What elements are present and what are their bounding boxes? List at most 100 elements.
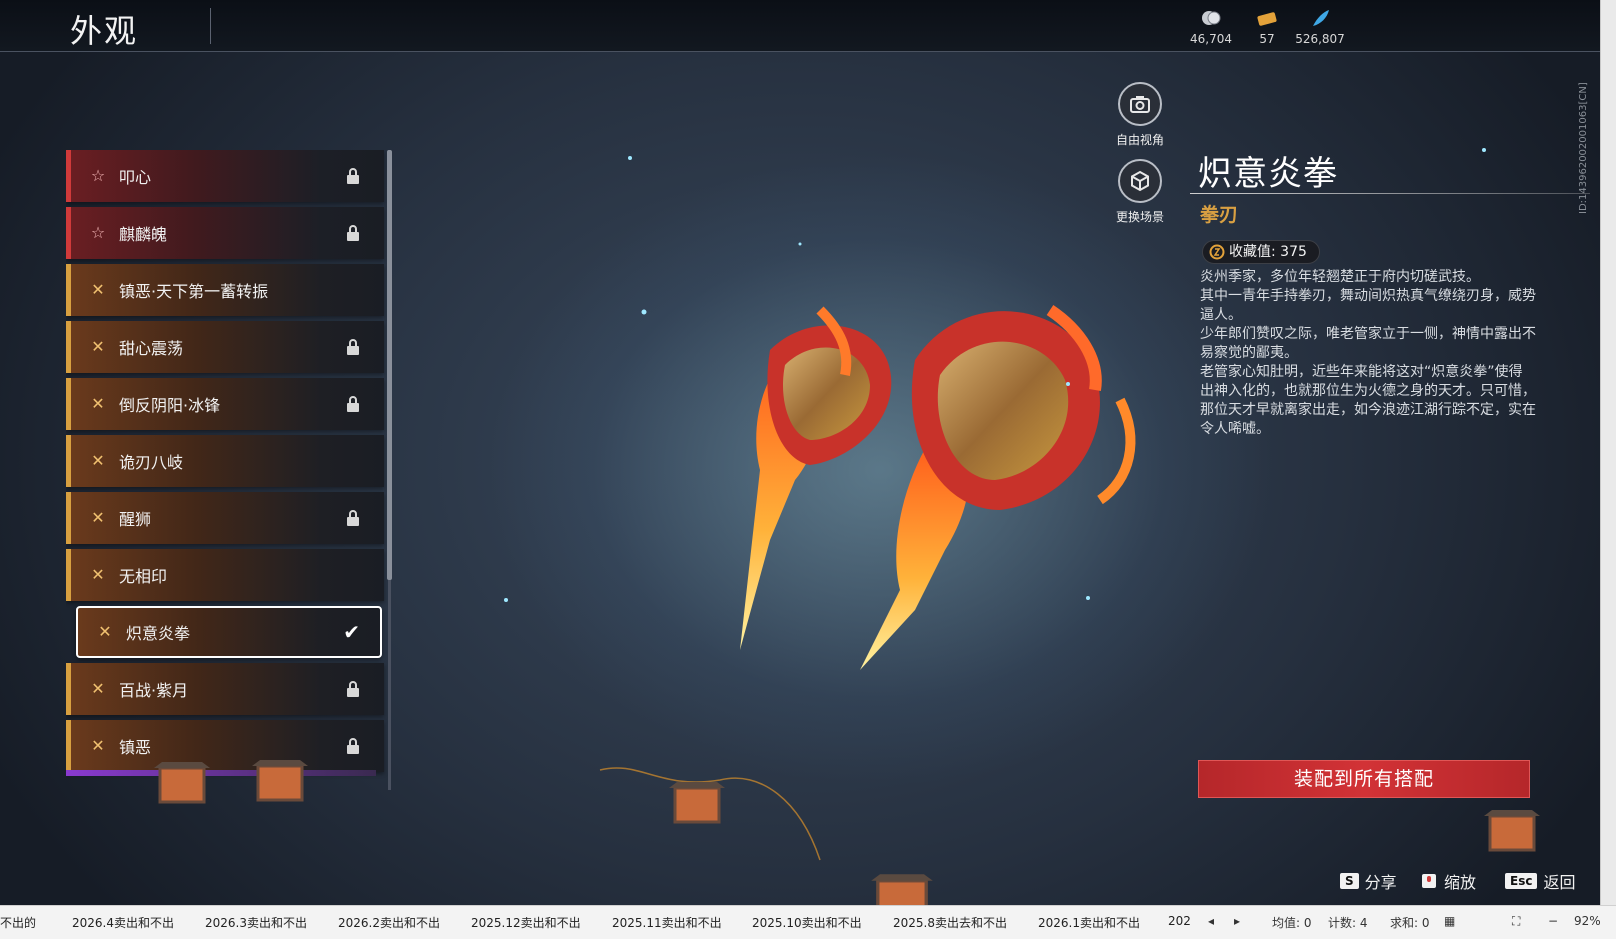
sheet-tab[interactable]: 2026.2卖出和不出 — [338, 914, 440, 931]
rarity-gold-icon: ✕ — [91, 508, 105, 527]
name-divider — [1190, 193, 1590, 194]
back-label: 返回 — [1543, 873, 1576, 892]
esc-key-icon: Esc — [1505, 873, 1538, 889]
tab-scroll-right-icon[interactable]: ▸ — [1234, 914, 1240, 928]
zoom-label: 缩放 — [1444, 873, 1477, 892]
zoom-out-icon[interactable]: − — [1548, 914, 1558, 928]
lock-icon — [347, 339, 359, 355]
lantern-decoration — [669, 782, 725, 824]
description-paragraph: 少年郎们赞叹之际，唯老管家立于一侧，神情中露出不易察觉的鄙夷。 — [1200, 326, 1536, 361]
skin-item[interactable]: ✕ 诡刃八岐 — [66, 435, 384, 487]
lock-icon — [347, 681, 359, 697]
currency-silver-value: 46,704 — [1190, 32, 1232, 46]
lantern-decoration — [252, 760, 308, 802]
lock-icon — [347, 396, 359, 412]
sheet-tab[interactable]: 2025.8卖出去和不出 — [893, 914, 1007, 931]
lantern-decoration — [154, 762, 210, 804]
skin-list[interactable]: ☆ 叩心 ☆ 麒麟魄 ✕ 镇恶·天下第一蓄转振 ✕ 甜心震荡 ✕ 倒反阴阳·冰锋… — [66, 150, 392, 796]
rarity-gold-icon: ✕ — [98, 622, 112, 641]
background-window-edge — [1600, 0, 1616, 905]
lock-icon — [347, 738, 359, 754]
view-mode-icon[interactable]: ▦ — [1444, 914, 1455, 928]
sheet-tab[interactable]: 2025.10卖出和不出 — [752, 914, 862, 931]
status-count: 计数: 4 — [1328, 916, 1368, 930]
description-paragraph: 炎州季家，多位年轻翘楚正于府内切磋武技。 — [1200, 269, 1480, 285]
skin-item[interactable]: ✕ 醒狮 — [66, 492, 384, 544]
lock-icon — [347, 225, 359, 241]
zoom-level: 92% — [1574, 914, 1601, 928]
skin-item-label: 无相印 — [119, 567, 168, 586]
change-scene-button[interactable] — [1118, 159, 1162, 203]
lock-icon — [347, 168, 359, 184]
skin-item[interactable]: ☆ 叩心 — [66, 150, 384, 202]
player-id: ID:143962002001063[CN] — [1578, 82, 1589, 214]
skin-item[interactable]: ✕ 甜心震荡 — [66, 321, 384, 373]
star-icon: ☆ — [90, 166, 106, 185]
rarity-gold-icon: ✕ — [91, 565, 105, 584]
free-camera-label: 自由视角 — [1115, 133, 1164, 147]
skin-item-label: 倒反阴阳·冰锋 — [119, 396, 221, 415]
sheet-tab[interactable]: 不出的 — [0, 914, 36, 931]
lantern-decoration — [871, 874, 933, 905]
checkmark-icon: ✔ — [343, 620, 360, 644]
skin-item-label: 镇恶·天下第一蓄转振 — [119, 282, 269, 301]
next-item-stub — [66, 770, 376, 776]
collection-value-text: 收藏值: 375 — [1229, 244, 1307, 260]
title-divider — [210, 8, 211, 44]
tab-scroll-left-icon[interactable]: ◂ — [1208, 914, 1214, 928]
change-scene-label: 更换场景 — [1115, 210, 1164, 224]
item-type: 拳刃 — [1200, 204, 1239, 226]
rarity-gold-icon: ✕ — [91, 679, 105, 698]
skin-item-label: 镇恶 — [119, 738, 152, 757]
skin-item-label: 叩心 — [119, 168, 152, 187]
feather-icon — [1285, 8, 1355, 30]
status-average: 均值: 0 — [1272, 916, 1312, 930]
rarity-gold-icon: ✕ — [91, 280, 105, 299]
description-paragraph: 老管家心知肚明，近些年来能将这对“炽意炎拳”使得出神入化的，也就那位生为火德之身… — [1200, 364, 1536, 437]
list-scrollbar-thumb[interactable] — [387, 150, 392, 580]
skin-item[interactable]: ☆ 麒麟魄 — [66, 207, 384, 259]
skin-item[interactable]: ✕ 百战·紫月 — [66, 663, 384, 715]
skin-item-label: 醒狮 — [119, 510, 152, 529]
sheet-tab[interactable]: 2026.4卖出和不出 — [72, 914, 174, 931]
spreadsheet-status-bar: 不出的 2026.4卖出和不出 2026.3卖出和不出 2026.2卖出和不出 … — [0, 905, 1616, 939]
sheet-tab[interactable]: 202 — [1168, 914, 1191, 928]
skin-item-selected[interactable]: ✕ 炽意炎拳 ✔ — [76, 606, 382, 658]
skin-item-label: 麒麟魄 — [119, 225, 168, 244]
cube-icon — [1131, 170, 1149, 192]
page-title: 外观 — [70, 12, 139, 50]
skin-item-label: 诡刃八岐 — [119, 453, 184, 472]
zoom-hotkey[interactable]: 缩放 — [1420, 870, 1476, 892]
camera-icon — [1130, 96, 1150, 113]
skin-item-label: 甜心震荡 — [119, 339, 184, 358]
rarity-gold-icon: ✕ — [91, 451, 105, 470]
back-hotkey[interactable]: Esc 返回 — [1505, 870, 1575, 892]
collection-coin-icon — [1209, 244, 1225, 260]
lantern-decoration — [1484, 810, 1540, 852]
sheet-tab[interactable]: 2026.3卖出和不出 — [205, 914, 307, 931]
game-viewport: 外观 46,704 57 526,807 ☆ 叩心 ☆ 麒麟魄 ✕ 镇恶·天下第… — [0, 0, 1600, 905]
share-hotkey[interactable]: S 分享 — [1340, 870, 1397, 892]
skin-item-label: 炽意炎拳 — [126, 624, 191, 643]
rarity-gold-icon: ✕ — [91, 337, 105, 356]
skin-item[interactable]: ✕ 镇恶 — [66, 720, 384, 772]
rarity-gold-icon: ✕ — [91, 394, 105, 413]
equip-all-button[interactable]: 装配到所有搭配 — [1198, 760, 1530, 798]
sheet-tab[interactable]: 2025.12卖出和不出 — [471, 914, 581, 931]
mouse-icon — [1422, 874, 1436, 888]
collection-value-badge: 收藏值: 375 — [1202, 240, 1320, 264]
currency-feather[interactable]: 526,807 — [1285, 8, 1355, 46]
fullscreen-icon[interactable]: ⛶ — [1512, 914, 1520, 929]
item-name: 炽意炎拳 — [1198, 154, 1338, 194]
currency-feather-value: 526,807 — [1295, 32, 1345, 46]
sheet-tab[interactable]: 2025.11卖出和不出 — [612, 914, 722, 931]
skin-item[interactable]: ✕ 镇恶·天下第一蓄转振 — [66, 264, 384, 316]
skin-item[interactable]: ✕ 无相印 — [66, 549, 384, 601]
free-camera-button[interactable] — [1118, 82, 1162, 126]
description-paragraph: 其中一青年手持拳刃，舞动间炽热真气缭绕刃身，威势逼人。 — [1200, 288, 1536, 323]
top-bar: 外观 46,704 57 526,807 — [0, 0, 1600, 52]
rarity-gold-icon: ✕ — [91, 736, 105, 755]
skin-item[interactable]: ✕ 倒反阴阳·冰锋 — [66, 378, 384, 430]
item-description: 炎州季家，多位年轻翘楚正于府内切磋武技。 其中一青年手持拳刃，舞动间炽热真气缭绕… — [1200, 268, 1536, 439]
sheet-tab[interactable]: 2026.1卖出和不出 — [1038, 914, 1140, 931]
